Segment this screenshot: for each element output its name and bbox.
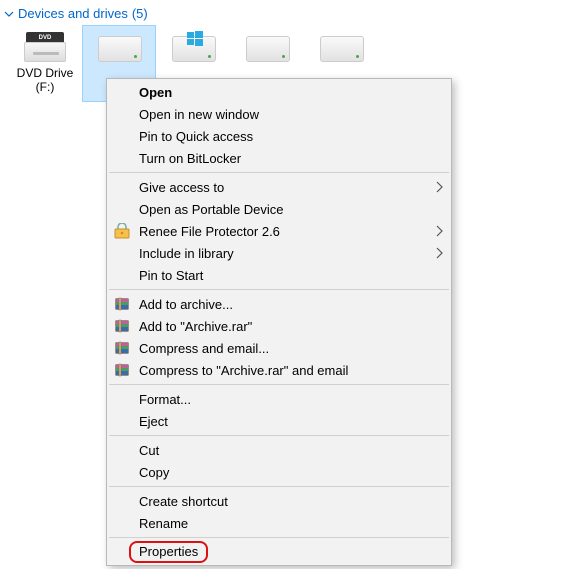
menu-pin-start[interactable]: Pin to Start xyxy=(107,264,451,286)
menu-bitlocker[interactable]: Turn on BitLocker xyxy=(107,147,451,169)
chevron-down-icon xyxy=(4,9,14,19)
hdd-icon xyxy=(172,36,214,66)
hdd-icon xyxy=(320,36,362,66)
menu-open-new-window[interactable]: Open in new window xyxy=(107,103,451,125)
menu-cut[interactable]: Cut xyxy=(107,439,451,461)
context-menu: Open Open in new window Pin to Quick acc… xyxy=(106,78,452,566)
hdd-icon xyxy=(98,36,140,66)
drive-dvd[interactable]: DVD DVD Drive (F:) xyxy=(8,25,82,102)
windows-logo-icon xyxy=(187,31,203,47)
winrar-icon xyxy=(113,361,131,379)
menu-add-archive-rar[interactable]: Add to "Archive.rar" xyxy=(107,315,451,337)
winrar-icon xyxy=(113,339,131,357)
properties-highlight: Properties xyxy=(129,541,208,563)
menu-separator xyxy=(109,289,449,290)
menu-open[interactable]: Open xyxy=(107,81,451,103)
menu-open-portable[interactable]: Open as Portable Device xyxy=(107,198,451,220)
menu-separator xyxy=(109,537,449,538)
menu-give-access[interactable]: Give access to xyxy=(107,176,451,198)
menu-copy[interactable]: Copy xyxy=(107,461,451,483)
menu-compress-email[interactable]: Compress and email... xyxy=(107,337,451,359)
menu-rename[interactable]: Rename xyxy=(107,512,451,534)
section-count: (5) xyxy=(132,6,148,21)
section-title: Devices and drives xyxy=(18,6,128,21)
menu-properties[interactable]: Properties xyxy=(107,541,451,563)
menu-renee[interactable]: Renee File Protector 2.6 xyxy=(107,220,451,242)
menu-format[interactable]: Format... xyxy=(107,388,451,410)
menu-create-shortcut[interactable]: Create shortcut xyxy=(107,490,451,512)
menu-pin-quick-access[interactable]: Pin to Quick access xyxy=(107,125,451,147)
winrar-icon xyxy=(113,317,131,335)
menu-add-archive[interactable]: Add to archive... xyxy=(107,293,451,315)
menu-separator xyxy=(109,384,449,385)
drive-label: DVD Drive (F:) xyxy=(9,66,81,95)
menu-separator xyxy=(109,435,449,436)
chevron-right-icon xyxy=(435,181,443,196)
menu-compress-rar-email[interactable]: Compress to "Archive.rar" and email xyxy=(107,359,451,381)
section-header[interactable]: Devices and drives (5) xyxy=(0,0,564,25)
menu-separator xyxy=(109,486,449,487)
menu-eject[interactable]: Eject xyxy=(107,410,451,432)
renee-app-icon xyxy=(113,222,131,240)
dvd-drive-icon: DVD xyxy=(24,32,66,62)
menu-include-library[interactable]: Include in library xyxy=(107,242,451,264)
chevron-right-icon xyxy=(435,247,443,262)
menu-separator xyxy=(109,172,449,173)
hdd-icon xyxy=(246,36,288,66)
winrar-icon xyxy=(113,295,131,313)
chevron-right-icon xyxy=(435,225,443,240)
